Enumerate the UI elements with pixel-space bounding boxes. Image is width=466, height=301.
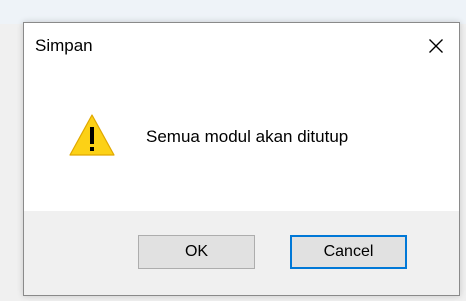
message-dialog: Simpan Semua modul akan ditutup OK Cance… [23, 22, 460, 296]
warning-icon [69, 114, 115, 156]
close-button[interactable] [413, 23, 459, 69]
background-window-edge [0, 0, 466, 24]
cancel-button[interactable]: Cancel [290, 235, 407, 269]
button-bar: OK Cancel [24, 211, 459, 295]
dialog-message: Semua modul akan ditutup [146, 127, 349, 146]
title-bar[interactable]: Simpan [24, 23, 459, 69]
close-icon [429, 39, 443, 53]
dialog-title: Simpan [35, 36, 93, 55]
ok-button[interactable]: OK [138, 235, 255, 269]
dialog-content: Semua modul akan ditutup [24, 69, 459, 211]
